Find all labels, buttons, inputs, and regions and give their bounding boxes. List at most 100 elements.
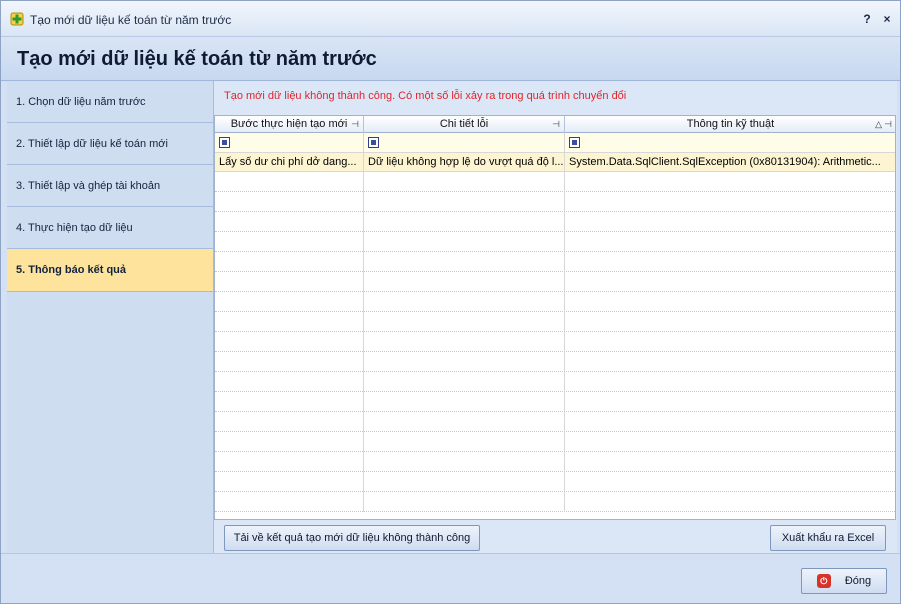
step-label: 4. Thực hiện tạo dữ liệu [16, 221, 133, 234]
empty-row [215, 472, 895, 492]
empty-cell [364, 252, 565, 272]
cell-step: Lấy số dư chi phí dở dang... [215, 153, 364, 172]
main-panel: Tạo mới dữ liệu không thành công. Có một… [214, 81, 897, 553]
empty-row [215, 392, 895, 412]
close-button[interactable]: ⏻ Đóng [801, 568, 887, 594]
title-bar: Tạo mới dữ liệu kế toán từ năm trước ? × [1, 1, 900, 37]
filter-checkbox-icon[interactable] [569, 137, 580, 148]
table-row[interactable]: Lấy số dư chi phí dở dang... Dữ liệu khô… [215, 153, 895, 172]
export-excel-button[interactable]: Xuất khẩu ra Excel [770, 525, 886, 551]
empty-row [215, 172, 895, 192]
empty-row [215, 432, 895, 452]
filter-cell[interactable] [364, 133, 565, 153]
empty-cell [364, 412, 565, 432]
empty-row [215, 312, 895, 332]
grid-header: Bước thực hiện tạo mới ⊣ Chi tiết lỗi ⊣ … [215, 116, 895, 133]
pin-icon[interactable]: ⊣ [552, 116, 560, 133]
empty-cell [565, 332, 895, 352]
empty-row [215, 272, 895, 292]
empty-cell [565, 192, 895, 212]
empty-cell [215, 312, 364, 332]
filter-cell[interactable] [215, 133, 364, 153]
dialog-window: Tạo mới dữ liệu kế toán từ năm trước ? ×… [0, 0, 901, 604]
help-button[interactable]: ? [859, 10, 875, 28]
filter-checkbox-icon[interactable] [219, 137, 230, 148]
empty-cell [215, 332, 364, 352]
empty-cell [364, 292, 565, 312]
step-setup-new-data[interactable]: 2. Thiết lập dữ liệu kế toán mới [7, 123, 213, 165]
step-label: 3. Thiết lập và ghép tài khoản [16, 179, 161, 192]
empty-cell [215, 472, 364, 492]
error-grid: Bước thực hiện tạo mới ⊣ Chi tiết lỗi ⊣ … [214, 115, 896, 520]
empty-cell [565, 392, 895, 412]
download-failed-results-button[interactable]: Tải về kết quả tạo mới dữ liệu không thà… [224, 525, 480, 551]
page-title: Tạo mới dữ liệu kế toán từ năm trước [17, 48, 377, 70]
empty-cell [565, 312, 895, 332]
empty-cell [215, 372, 364, 392]
empty-cell [364, 192, 565, 212]
column-header-detail[interactable]: Chi tiết lỗi ⊣ [364, 116, 565, 133]
empty-cell [364, 372, 565, 392]
empty-cell [565, 272, 895, 292]
column-header-technical[interactable]: Thông tin kỹ thuật △ ⊣ [565, 116, 895, 133]
step-label: 5. Thông báo kết quả [16, 264, 127, 276]
empty-cell [215, 452, 364, 472]
empty-cell [364, 392, 565, 412]
empty-rows [215, 172, 895, 512]
empty-row [215, 372, 895, 392]
empty-cell [364, 272, 565, 292]
empty-row [215, 412, 895, 432]
cell-technical: System.Data.SqlClient.SqlException (0x80… [569, 156, 881, 168]
empty-cell [565, 352, 895, 372]
empty-row [215, 332, 895, 352]
close-window-button[interactable]: × [879, 10, 895, 28]
empty-cell [565, 452, 895, 472]
pin-icon[interactable]: ⊣ [884, 116, 892, 133]
step-select-previous-year[interactable]: 1. Chọn dữ liệu năm trước [7, 81, 213, 123]
empty-cell [364, 232, 565, 252]
empty-cell [215, 412, 364, 432]
close-button-label: Đóng [844, 575, 872, 587]
cell-detail: Dữ liệu không hợp lệ do vượt quá độ l... [364, 153, 565, 172]
empty-cell [364, 312, 565, 332]
empty-cell [364, 172, 565, 192]
filter-row [215, 133, 895, 153]
empty-cell [364, 352, 565, 372]
empty-cell [215, 492, 364, 512]
footer-bar: ⏻ Đóng [1, 553, 900, 603]
column-header-label: Thông tin kỹ thuật [686, 118, 775, 130]
empty-cell [215, 272, 364, 292]
empty-cell [215, 292, 364, 312]
empty-cell [215, 212, 364, 232]
column-header-step[interactable]: Bước thực hiện tạo mới ⊣ [215, 116, 364, 133]
pin-icon[interactable]: ⊣ [351, 116, 359, 133]
empty-cell [364, 472, 565, 492]
empty-row [215, 492, 895, 512]
empty-row [215, 232, 895, 252]
empty-cell [565, 172, 895, 192]
step-create-data[interactable]: 4. Thực hiện tạo dữ liệu [7, 207, 213, 249]
empty-cell [215, 172, 364, 192]
empty-cell [565, 412, 895, 432]
empty-cell [215, 252, 364, 272]
header-band: Tạo mới dữ liệu kế toán từ năm trước [1, 37, 900, 81]
step-setup-accounts[interactable]: 3. Thiết lập và ghép tài khoản [7, 165, 213, 207]
column-header-label: Chi tiết lỗi [439, 118, 489, 130]
empty-cell [215, 192, 364, 212]
step-result-notice[interactable]: 5. Thông báo kết quả [7, 249, 213, 292]
step-label: 1. Chọn dữ liệu năm trước [16, 95, 146, 108]
empty-row [215, 452, 895, 472]
sort-icon: △ [875, 119, 882, 129]
empty-row [215, 212, 895, 232]
wizard-steps: 1. Chọn dữ liệu năm trước 2. Thiết lập d… [7, 81, 214, 553]
step-label: 2. Thiết lập dữ liệu kế toán mới [16, 137, 168, 150]
column-header-label: Bước thực hiện tạo mới [230, 118, 348, 130]
filter-cell[interactable] [565, 133, 895, 153]
empty-cell [565, 292, 895, 312]
empty-cell [364, 452, 565, 472]
empty-cell [364, 212, 565, 232]
filter-checkbox-icon[interactable] [368, 137, 379, 148]
error-message: Tạo mới dữ liệu không thành công. Có một… [224, 90, 627, 102]
empty-cell [364, 432, 565, 452]
empty-cell [215, 232, 364, 252]
